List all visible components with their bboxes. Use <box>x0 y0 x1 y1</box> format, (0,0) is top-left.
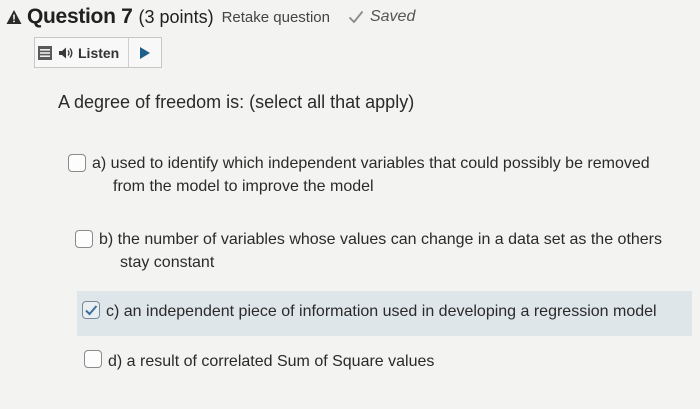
option-b-checkbox[interactable] <box>75 230 93 248</box>
listen-button[interactable]: Listen <box>35 38 129 67</box>
listen-widget: Listen <box>34 37 162 68</box>
option-b-label: b) the number of variables whose values … <box>99 228 662 274</box>
option-b[interactable]: b) the number of variables whose values … <box>75 228 685 274</box>
retake-question-link[interactable]: Retake question <box>222 9 330 26</box>
option-a-label: a) used to identify which independent va… <box>92 152 650 198</box>
menu-icon[interactable] <box>38 45 52 60</box>
option-c-label: c) an independent piece of information u… <box>106 300 657 323</box>
option-c-line-1: c) an independent piece of information u… <box>106 303 657 320</box>
option-b-line-1: b) the number of variables whose values … <box>99 231 663 248</box>
question-title: Question 7 <box>27 5 133 28</box>
saved-label: Saved <box>369 8 416 25</box>
option-c-checkbox[interactable] <box>82 301 100 319</box>
option-a[interactable]: a) used to identify which independent va… <box>68 152 700 198</box>
option-d-checkbox[interactable] <box>84 350 102 368</box>
question-header: Question 7 (3 points) Retake question Sa… <box>6 3 415 31</box>
option-b-line-2: stay constant <box>120 254 215 271</box>
option-a-checkbox[interactable] <box>68 154 86 172</box>
saved-status: Saved <box>348 8 415 26</box>
checkmark-icon <box>348 10 364 24</box>
listen-label: Listen <box>78 44 120 61</box>
option-d[interactable]: d) a result of correlated Sum of Square … <box>84 350 684 373</box>
speaker-icon <box>59 47 73 58</box>
play-button[interactable] <box>129 38 161 67</box>
option-d-line-1: d) a result of correlated Sum of Square … <box>108 353 435 370</box>
checkmark-icon <box>85 305 98 316</box>
option-d-label: d) a result of correlated Sum of Square … <box>108 350 434 373</box>
question-prompt: A degree of freedom is: (select all that… <box>58 92 415 112</box>
play-icon <box>140 46 150 59</box>
warning-icon <box>6 10 22 24</box>
option-c[interactable]: c) an independent piece of information u… <box>82 300 682 323</box>
option-a-line-1: a) used to identify which independent va… <box>92 155 650 172</box>
question-points: (3 points) <box>138 6 214 27</box>
option-a-line-2: from the model to improve the model <box>113 178 374 195</box>
